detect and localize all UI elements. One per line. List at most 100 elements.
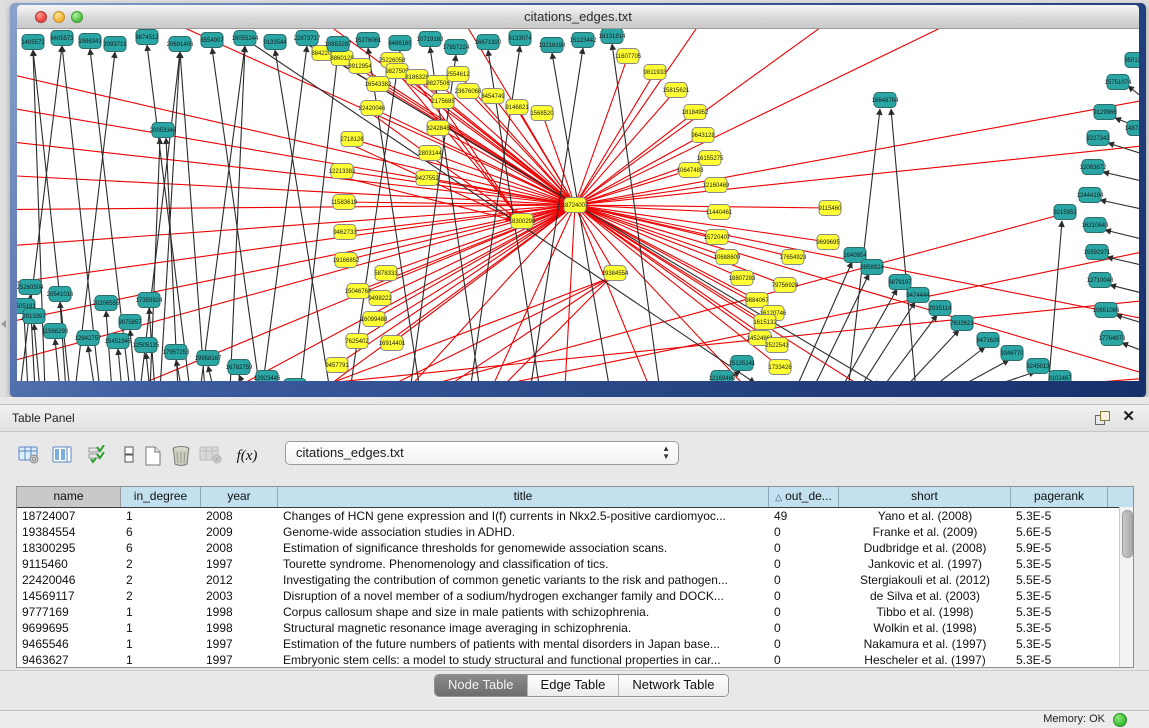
graph-node[interactable]: 20691406 xyxy=(167,37,194,52)
table-cell[interactable]: 5.3E-5 xyxy=(1011,604,1108,620)
graph-node[interactable]: 9129966 xyxy=(1093,105,1117,120)
graph-node[interactable]: 9501357 xyxy=(1124,53,1139,68)
network-canvas[interactable]: 1872400718300295884220388601288912954252… xyxy=(17,29,1139,381)
table-cell[interactable]: 5.9E-5 xyxy=(1011,540,1108,556)
table-cell[interactable]: Tibbo et al. (1998) xyxy=(839,604,1011,620)
table-cell[interactable]: de Silva et al. (2003) xyxy=(839,588,1011,604)
table-cell[interactable]: 1998 xyxy=(201,604,278,620)
graph-node[interactable]: 9699695 xyxy=(816,235,840,250)
table-cell[interactable]: 1 xyxy=(121,620,201,636)
table-cell[interactable]: 9115460 xyxy=(17,556,121,572)
graph-node[interactable]: 9498222 xyxy=(368,291,392,306)
graph-node[interactable]: 18131814 xyxy=(599,29,626,44)
table-row[interactable]: 2242004622012Investigating the contribut… xyxy=(17,572,1133,588)
table-cell[interactable]: 0 xyxy=(769,604,839,620)
node-table-header[interactable]: namein_degreeyeartitle△out_de...shortpag… xyxy=(17,487,1133,508)
graph-node[interactable]: 2093719 xyxy=(103,37,127,52)
graph-node[interactable]: 17957253 xyxy=(163,345,190,360)
graph-node[interactable]: 1405572 xyxy=(21,35,45,50)
graph-node[interactable]: 1986343 xyxy=(78,34,102,49)
table-cell[interactable]: Disruption of a novel member of a sodium… xyxy=(278,588,769,604)
graph-node[interactable]: 17359924 xyxy=(136,293,163,308)
graph-node[interactable]: 9115460 xyxy=(819,201,843,216)
graph-node[interactable]: 22873717 xyxy=(294,31,321,46)
graph-node[interactable]: 9643128 xyxy=(691,128,715,143)
table-cell[interactable]: 2 xyxy=(121,588,201,604)
table-cell[interactable]: 5.3E-5 xyxy=(1011,652,1108,668)
graph-node[interactable]: 19384554 xyxy=(602,266,629,281)
graph-node[interactable]: 3242848 xyxy=(426,121,450,136)
graph-node[interactable]: 2554612 xyxy=(446,67,470,82)
graph-node[interactable]: 9133544 xyxy=(263,35,287,50)
graph-node[interactable]: 11568293 xyxy=(42,324,69,339)
delete-icon[interactable] xyxy=(168,443,194,469)
column-header-pagerank[interactable]: pagerank xyxy=(1011,487,1108,507)
citation-network-graph[interactable]: 1872400718300295884220388601288912954252… xyxy=(17,29,1139,381)
graph-node[interactable]: 8405573 xyxy=(50,31,74,46)
graph-node[interactable]: 15123442 xyxy=(570,33,597,48)
table-row[interactable]: 1456911722003Disruption of a novel membe… xyxy=(17,588,1133,604)
table-cell[interactable]: Franke et al. (2009) xyxy=(839,524,1011,540)
table-cell[interactable]: 9699695 xyxy=(17,620,121,636)
graph-node[interactable]: 8133074 xyxy=(508,31,532,46)
graph-node[interactable]: 9227343 xyxy=(1086,131,1110,146)
new-column-icon[interactable] xyxy=(140,443,166,469)
float-panel-icon[interactable] xyxy=(1095,411,1109,425)
graph-node[interactable]: 9462733 xyxy=(333,225,357,240)
table-cell[interactable]: 2008 xyxy=(201,540,278,556)
graph-node[interactable]: 8912954 xyxy=(348,59,372,74)
table-cell[interactable]: Changes of HCN gene expression and I(f) … xyxy=(278,508,769,524)
graph-node[interactable]: 17857224 xyxy=(443,40,470,55)
window-titlebar[interactable]: citations_edges.txt xyxy=(17,5,1139,29)
graph-node[interactable]: 20541016 xyxy=(47,287,74,302)
column-header-year[interactable]: year xyxy=(201,487,278,507)
table-cell[interactable]: Dudbridge et al. (2008) xyxy=(839,540,1011,556)
graph-node[interactable]: 16055244 xyxy=(232,31,259,46)
graph-node[interactable]: 1568520 xyxy=(530,106,554,121)
graph-node[interactable]: 18807293 xyxy=(729,271,756,286)
table-cell[interactable]: 1 xyxy=(121,604,201,620)
graph-node[interactable]: 18300295 xyxy=(509,214,536,229)
graph-node[interactable]: 6879197 xyxy=(888,275,912,290)
graph-node[interactable]: 20206556 xyxy=(93,296,120,311)
graph-node[interactable]: 15992971 xyxy=(1084,245,1111,260)
table-cell[interactable]: Nakamura et al. (1997) xyxy=(839,636,1011,652)
graph-node[interactable]: 19958167 xyxy=(195,351,222,366)
graph-node[interactable]: 16914401 xyxy=(379,336,406,351)
table-scrollbar[interactable] xyxy=(1119,507,1133,667)
graph-node[interactable]: 15135141 xyxy=(729,356,756,371)
graph-node[interactable]: 11440461 xyxy=(706,205,733,220)
graph-node[interactable]: 15451945 xyxy=(105,334,132,349)
table-row[interactable]: 911546021997Tourette syndrome. Phenomeno… xyxy=(17,556,1133,572)
table-settings-icon[interactable] xyxy=(16,443,42,469)
graph-node[interactable]: 16210643 xyxy=(1082,218,1109,233)
graph-node[interactable]: 7625402 xyxy=(345,334,369,349)
table-cell[interactable]: 0 xyxy=(769,588,839,604)
graph-node[interactable]: 8958924 xyxy=(860,260,884,275)
table-cell[interactable]: Corpus callosum shape and size in male p… xyxy=(278,604,769,620)
table-cell[interactable]: 5.5E-5 xyxy=(1011,572,1108,588)
graph-node[interactable]: 8154012 xyxy=(283,379,307,382)
graph-node[interactable]: 3913397 xyxy=(22,309,46,324)
table-cell[interactable]: Tourette syndrome. Phenomenology and cla… xyxy=(278,556,769,572)
table-cell[interactable]: 19384554 xyxy=(17,524,121,540)
graph-node[interactable]: 2935114 xyxy=(929,301,953,316)
table-cell[interactable]: 1997 xyxy=(201,652,278,668)
graph-node[interactable]: 16543382 xyxy=(365,77,392,92)
table-scrollbar-thumb[interactable] xyxy=(1122,510,1133,558)
node-table-body[interactable]: 1872400712008Changes of HCN gene express… xyxy=(17,508,1133,668)
graph-node[interactable]: 10719183 xyxy=(417,32,444,47)
tab-edge-table[interactable]: Edge Table xyxy=(528,675,620,696)
graph-node[interactable]: 15815621 xyxy=(663,83,690,98)
graph-node[interactable]: 11607705 xyxy=(615,49,642,64)
table-cell[interactable]: 9463627 xyxy=(17,652,121,668)
close-panel-icon[interactable]: ✕ xyxy=(1122,409,1135,425)
graph-node[interactable]: 8102467 xyxy=(1048,371,1072,382)
graph-node[interactable]: 9146821 xyxy=(505,100,529,115)
table-row[interactable]: 977716911998Corpus callosum shape and si… xyxy=(17,604,1133,620)
graph-node[interactable]: 9975857 xyxy=(118,315,142,330)
graph-node[interactable]: 12923446 xyxy=(254,371,281,382)
table-cell[interactable]: 1998 xyxy=(201,620,278,636)
table-cell[interactable]: 5.6E-5 xyxy=(1011,524,1108,540)
graph-node[interactable]: 2718126 xyxy=(340,132,364,147)
